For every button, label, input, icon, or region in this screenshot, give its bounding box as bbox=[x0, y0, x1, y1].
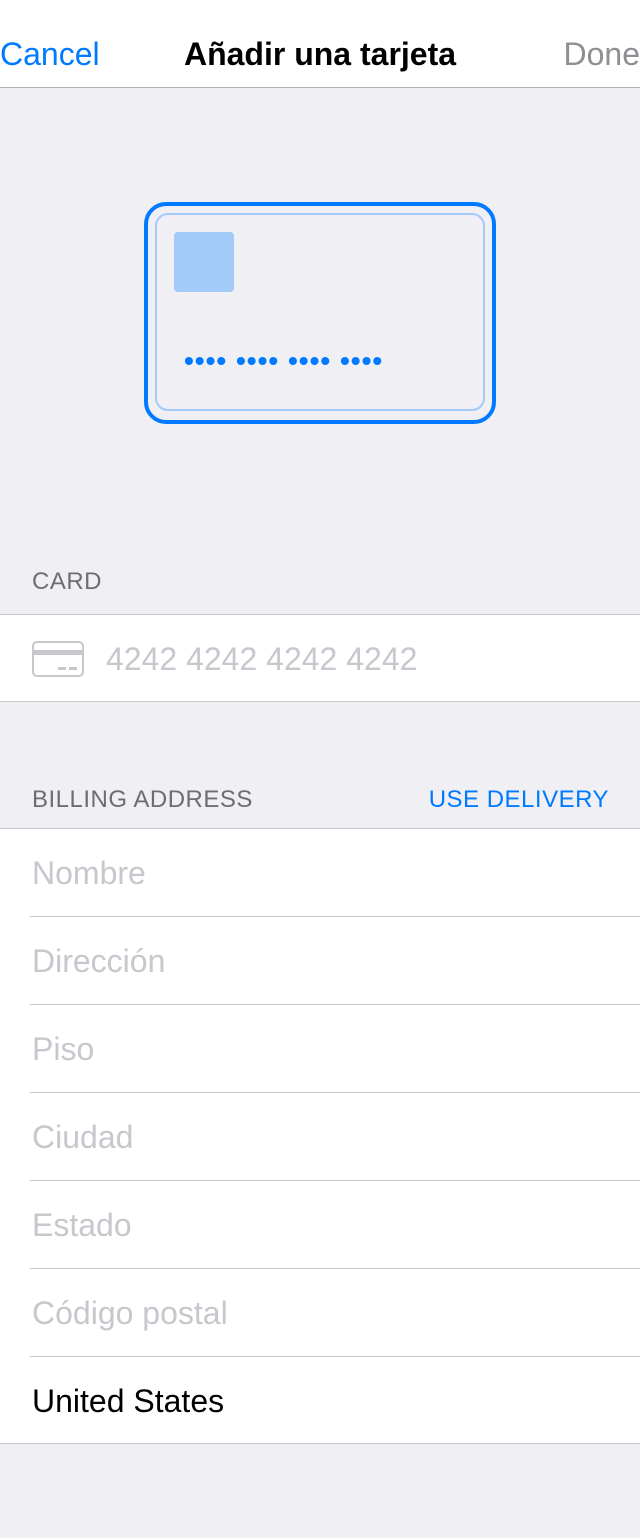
card-section-header: CARD bbox=[0, 562, 640, 602]
postal-code-row bbox=[0, 1269, 640, 1357]
navigation-bar: Cancel Añadir una tarjeta Done bbox=[0, 0, 640, 88]
name-field[interactable] bbox=[32, 849, 612, 897]
card-number-mask: •••• •••• •••• •••• bbox=[184, 345, 383, 376]
city-row bbox=[0, 1093, 640, 1181]
name-row bbox=[0, 829, 640, 917]
floor-row bbox=[0, 1005, 640, 1093]
address-row bbox=[0, 917, 640, 1005]
billing-section-label: BILLING ADDRESS bbox=[32, 786, 253, 813]
card-section-label: CARD bbox=[32, 568, 103, 595]
card-preview-graphic: •••• •••• •••• •••• bbox=[144, 202, 496, 424]
city-field[interactable] bbox=[32, 1113, 612, 1161]
address-field[interactable] bbox=[32, 937, 612, 985]
use-delivery-button[interactable]: USE DELIVERY bbox=[429, 786, 609, 814]
credit-card-icon bbox=[32, 641, 84, 677]
country-row[interactable]: United States bbox=[0, 1357, 640, 1445]
card-number-row[interactable] bbox=[0, 614, 640, 702]
done-button[interactable]: Done bbox=[564, 30, 640, 78]
billing-section-header: BILLING ADDRESS USE DELIVERY bbox=[0, 780, 640, 820]
chip-icon bbox=[174, 232, 234, 292]
postal-code-field[interactable] bbox=[32, 1289, 612, 1337]
page-title: Añadir una tarjeta bbox=[183, 36, 457, 72]
state-field[interactable] bbox=[32, 1201, 612, 1249]
card-number-input[interactable] bbox=[106, 635, 606, 683]
state-row bbox=[0, 1181, 640, 1269]
floor-field[interactable] bbox=[32, 1025, 612, 1073]
country-selector[interactable]: United States bbox=[32, 1377, 224, 1425]
card-illustration: •••• •••• •••• •••• bbox=[144, 202, 496, 424]
billing-address-form: United States bbox=[0, 828, 640, 1444]
